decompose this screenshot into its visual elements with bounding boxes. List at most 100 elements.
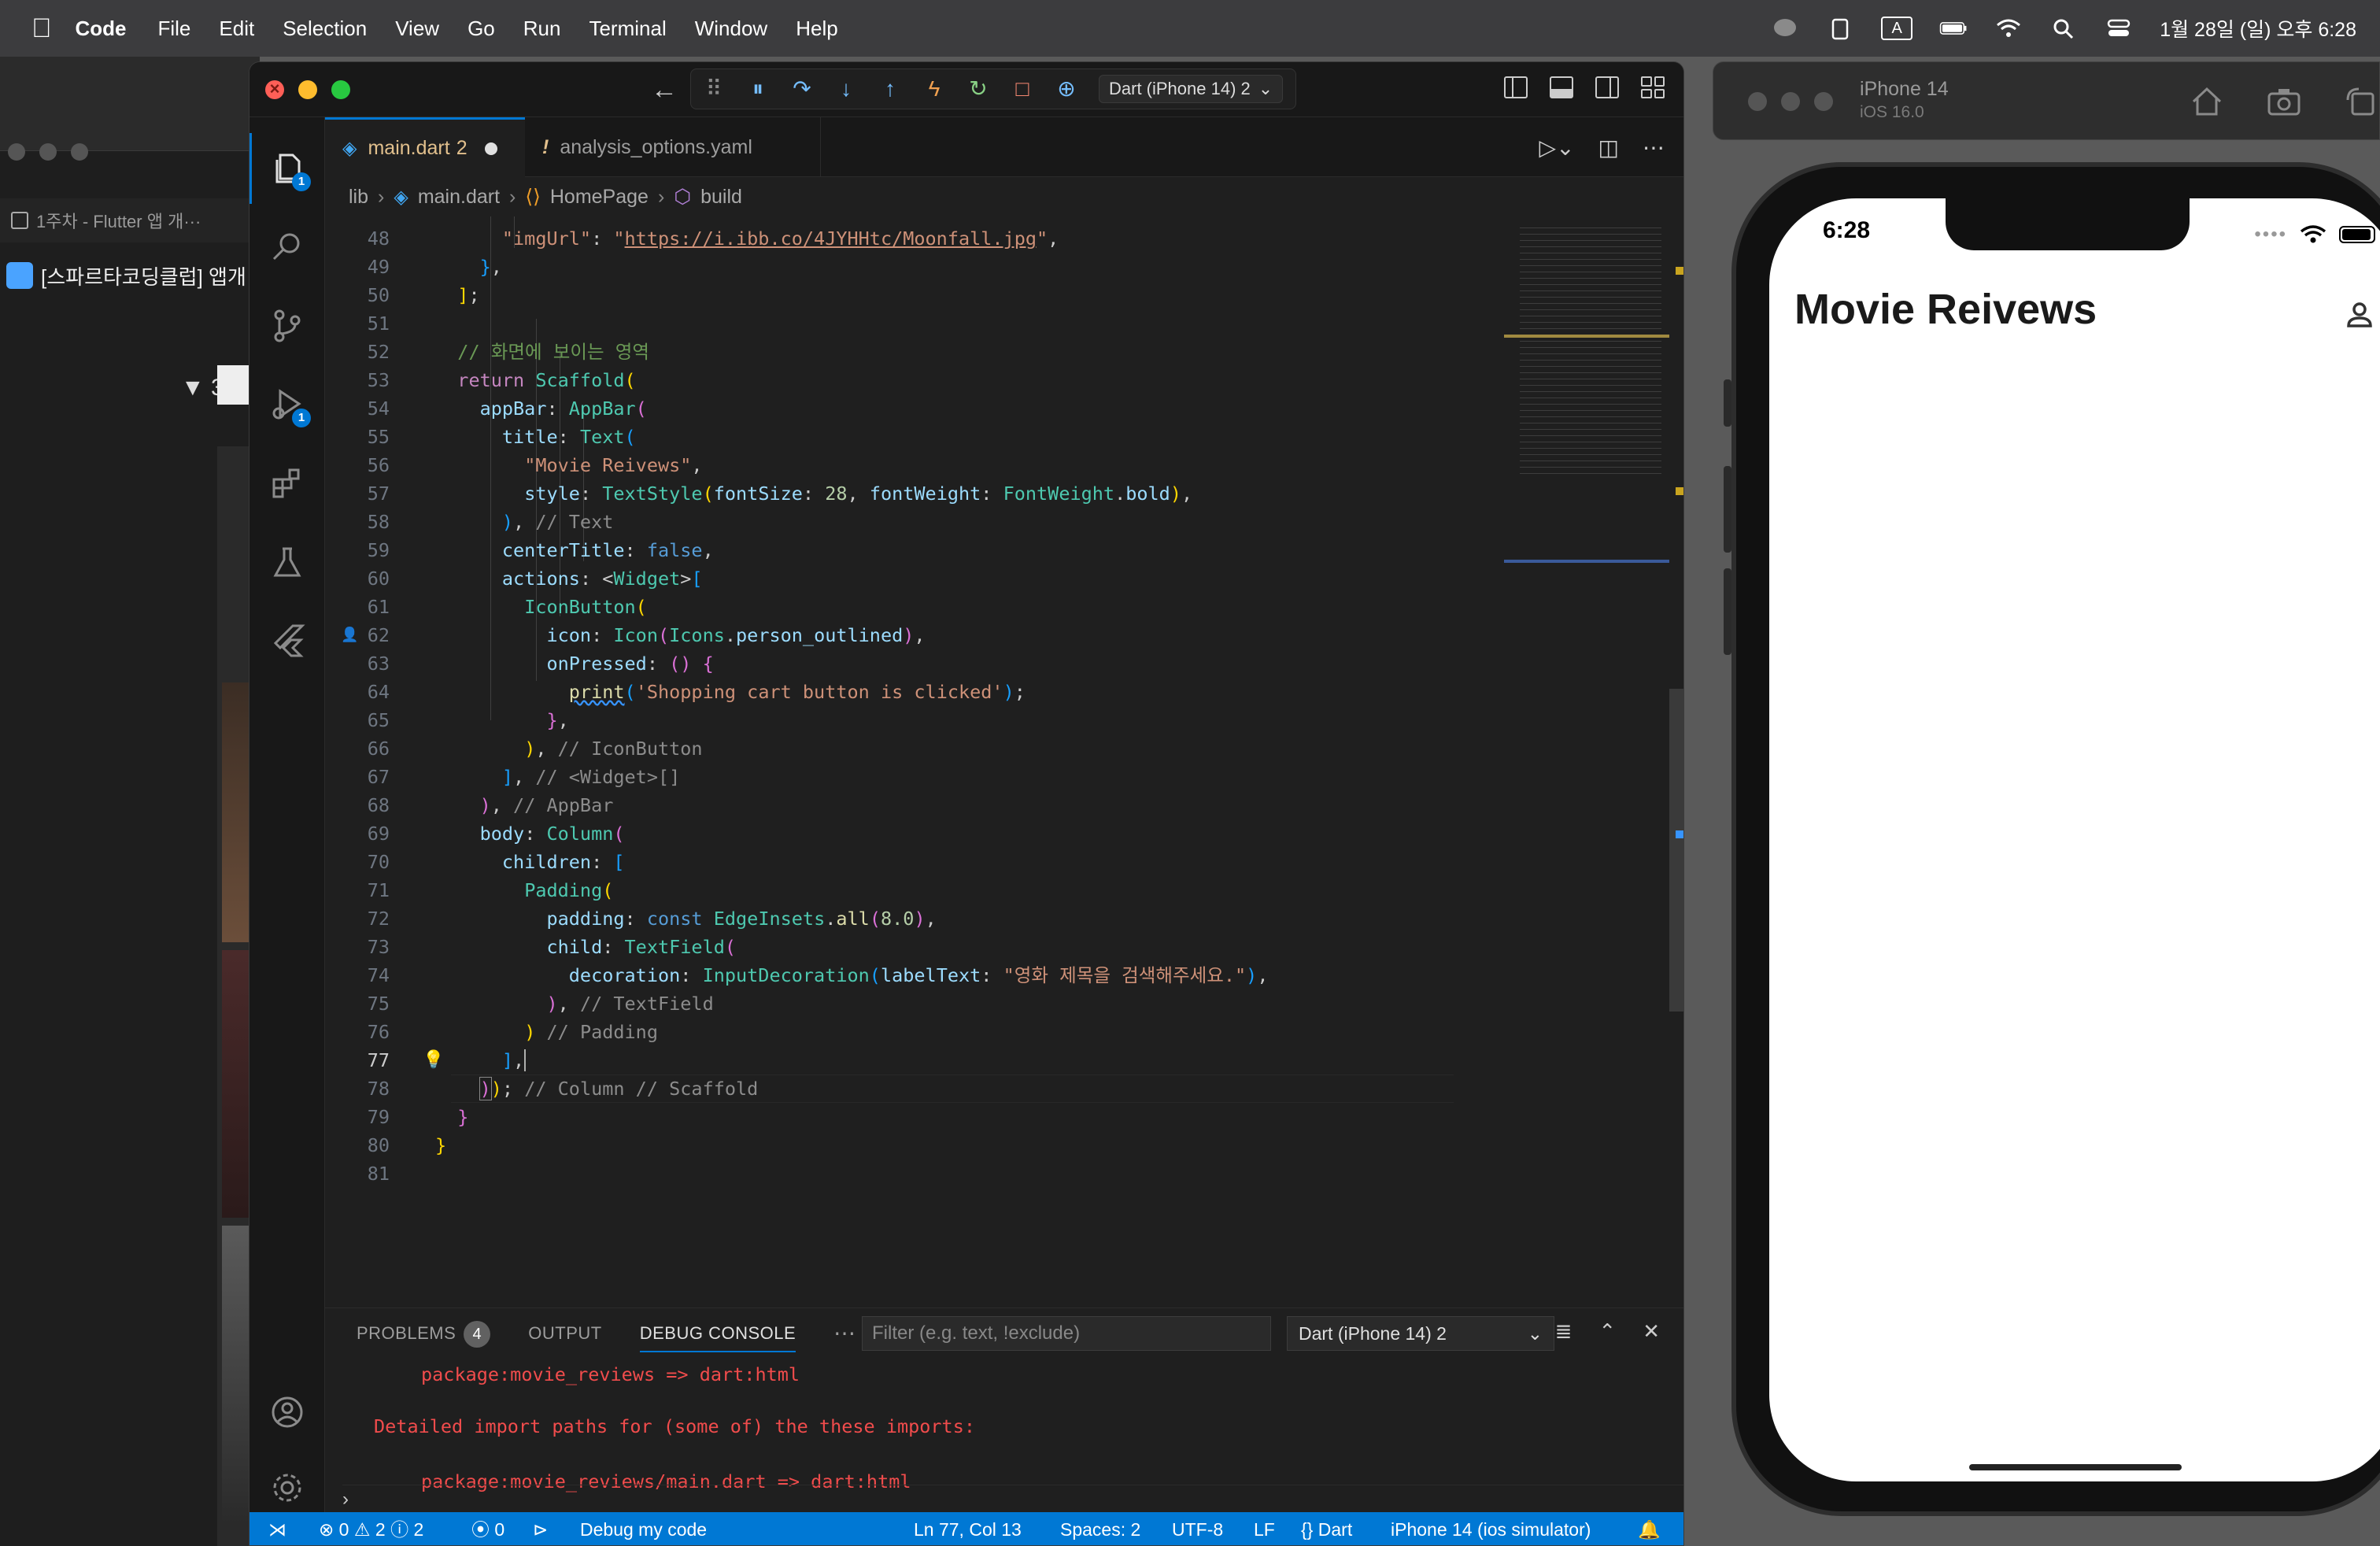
home-icon[interactable] <box>2189 84 2225 119</box>
code-editor[interactable]: 48 "imgUrl": "https://i.ibb.co/4JYHHtc/M… <box>325 216 1616 1307</box>
breadcrumb-file[interactable]: main.dart <box>418 186 500 209</box>
breadcrumb-lib[interactable]: lib <box>349 186 368 209</box>
dart-file-icon: ◈ <box>342 138 357 159</box>
phone-screen[interactable]: 6:28 •••• Movie Reivews <box>1769 198 2380 1481</box>
restart-icon[interactable]: ↻ <box>966 77 990 101</box>
extensions-icon[interactable] <box>249 448 325 519</box>
line-number: 55 <box>367 426 390 448</box>
stop-icon[interactable]: □ <box>1011 77 1034 101</box>
menu-go[interactable]: Go <box>468 17 495 41</box>
indentation-status[interactable]: Spaces: 2 <box>1060 1512 1140 1545</box>
menu-view[interactable]: View <box>395 17 439 41</box>
pause-icon[interactable]: ⏸ <box>746 77 770 101</box>
menu-window[interactable]: Window <box>695 17 767 41</box>
input-source-icon[interactable]: A <box>1881 17 1913 40</box>
menu-run[interactable]: Run <box>523 17 561 41</box>
tab-problems[interactable]: PROBLEMS 4 <box>357 1308 491 1359</box>
editor-scrollbar[interactable] <box>1669 216 1683 1307</box>
background-window-traffic-lights[interactable] <box>8 143 88 161</box>
maximize-panel-icon[interactable]: ⌃ <box>1598 1319 1616 1344</box>
minimap-content <box>1520 224 1661 476</box>
step-into-icon[interactable]: ↓ <box>834 77 858 101</box>
zoom-window-button[interactable] <box>331 80 350 99</box>
background-page-title-row[interactable]: [스파르타코딩클럽] 앱개 <box>0 252 260 299</box>
flutter-icon[interactable] <box>249 605 325 676</box>
wifi-icon[interactable] <box>1994 17 2023 39</box>
toggle-primary-sidebar-icon[interactable] <box>1504 76 1528 98</box>
inspect-widget-icon[interactable]: ⊕ <box>1055 77 1078 101</box>
go-back-icon[interactable]: ← <box>651 75 678 105</box>
search-icon[interactable] <box>249 212 325 283</box>
screenshot-camera-icon[interactable] <box>2266 84 2302 119</box>
panel-more-icon[interactable]: ⋯ <box>833 1308 856 1359</box>
code-url[interactable]: https://i.ibb.co/4JYHHtc/Moonfall.jpg <box>625 227 1037 250</box>
eol-status[interactable]: LF <box>1254 1512 1275 1545</box>
minimap[interactable] <box>1504 216 1669 1307</box>
debug-session-select[interactable]: Dart (iPhone 14) 2 ⌄ <box>1287 1316 1554 1351</box>
step-out-icon[interactable]: ↑ <box>878 77 902 101</box>
minimize-window-button[interactable] <box>298 80 317 99</box>
menu-terminal[interactable]: Terminal <box>589 17 666 41</box>
customize-layout-icon[interactable] <box>1641 76 1665 98</box>
control-center-icon[interactable] <box>2105 17 2133 39</box>
debug-status-label[interactable]: Debug my code <box>580 1512 707 1545</box>
problems-status[interactable]: ⊗ 0 ⚠ 2 ⓘ 2 <box>319 1512 423 1545</box>
rotate-device-icon[interactable] <box>2343 84 2379 119</box>
scrollbar-thumb[interactable] <box>1669 689 1683 1012</box>
notifications-bell-icon[interactable]: 🔔 <box>1638 1512 1661 1545</box>
more-actions-icon[interactable]: ⋯ <box>1643 135 1665 161</box>
tab-debug-console[interactable]: DEBUG CONSOLE <box>639 1308 796 1359</box>
language-status[interactable]: {} Dart <box>1301 1512 1352 1545</box>
drag-handle-icon[interactable]: ⠿ <box>702 77 726 101</box>
cursor-position[interactable]: Ln 77, Col 13 <box>914 1512 1022 1545</box>
split-editor-icon[interactable]: ◫ <box>1598 135 1619 161</box>
toggle-panel-icon[interactable] <box>1550 76 1573 98</box>
apple-logo-icon[interactable]:  <box>31 13 52 44</box>
close-window-button[interactable] <box>265 80 284 99</box>
scroll-marker <box>1676 830 1683 838</box>
simulator-traffic-lights[interactable] <box>1748 92 1833 111</box>
code-comment: // 화면에 보이는 영역 <box>457 341 649 363</box>
menu-app-name[interactable]: Code <box>76 17 127 41</box>
menu-edit[interactable]: Edit <box>219 17 254 41</box>
phone-side-button <box>1724 379 1731 427</box>
breadcrumb-class[interactable]: HomePage <box>550 186 649 209</box>
person-outlined-icon[interactable] <box>2344 299 2375 331</box>
run-dropdown-icon[interactable]: ▷⌄ <box>1539 135 1575 161</box>
menubar-clock[interactable]: 1월 28일 (일) 오후 6:28 <box>2160 14 2356 43</box>
tab-output[interactable]: OUTPUT <box>528 1308 601 1359</box>
device-status[interactable]: iPhone 14 (ios simulator) <box>1391 1512 1591 1545</box>
spotlight-search-icon[interactable] <box>2049 17 2078 39</box>
unsaved-dot-icon[interactable] <box>484 142 497 155</box>
tab-main-dart[interactable]: ◈ main.dart 2 <box>325 117 525 177</box>
background-tab[interactable]: 1주차 - Flutter 앱 개··· <box>0 198 260 242</box>
close-panel-icon[interactable]: ✕ <box>1643 1319 1660 1344</box>
source-control-icon[interactable] <box>249 290 325 361</box>
account-icon[interactable] <box>249 1377 325 1448</box>
battery-icon[interactable] <box>1939 17 1968 39</box>
remote-indicator-icon[interactable]: ⋊ <box>268 1512 286 1545</box>
hot-reload-icon[interactable]: ϟ <box>922 77 946 101</box>
messages-status-icon[interactable] <box>1771 17 1799 39</box>
menu-file[interactable]: File <box>158 17 191 41</box>
menu-selection[interactable]: Selection <box>283 17 367 41</box>
tab-analysis-options[interactable]: ! analysis_options.yaml <box>525 117 821 177</box>
console-input-prompt[interactable]: › <box>342 1485 1683 1513</box>
clear-console-icon[interactable]: ≣ <box>1555 1319 1572 1344</box>
debug-config-select[interactable]: Dart (iPhone 14) 2 ⌄ <box>1099 75 1284 103</box>
home-indicator[interactable] <box>1969 1464 2182 1470</box>
code-line: "imgUrl": "https://i.ibb.co/4JYHHtc/Moon… <box>501 227 1059 250</box>
explorer-icon[interactable]: 1 <box>249 133 325 204</box>
run-debug-icon[interactable]: 1 <box>249 369 325 440</box>
clipboard-status-icon[interactable] <box>1826 17 1854 40</box>
step-over-icon[interactable]: ↷ <box>790 77 814 101</box>
toggle-secondary-sidebar-icon[interactable] <box>1595 76 1619 98</box>
testing-flask-icon[interactable] <box>249 527 325 597</box>
breadcrumb-method[interactable]: build <box>700 186 742 209</box>
ports-status[interactable]: ⦿ 0 <box>471 1512 504 1545</box>
console-filter-input[interactable] <box>862 1316 1271 1351</box>
encoding-status[interactable]: UTF-8 <box>1172 1512 1223 1545</box>
line-number: 61 <box>367 596 390 618</box>
debug-run-icon[interactable]: ⊳ <box>533 1512 548 1545</box>
menu-help[interactable]: Help <box>796 17 837 41</box>
